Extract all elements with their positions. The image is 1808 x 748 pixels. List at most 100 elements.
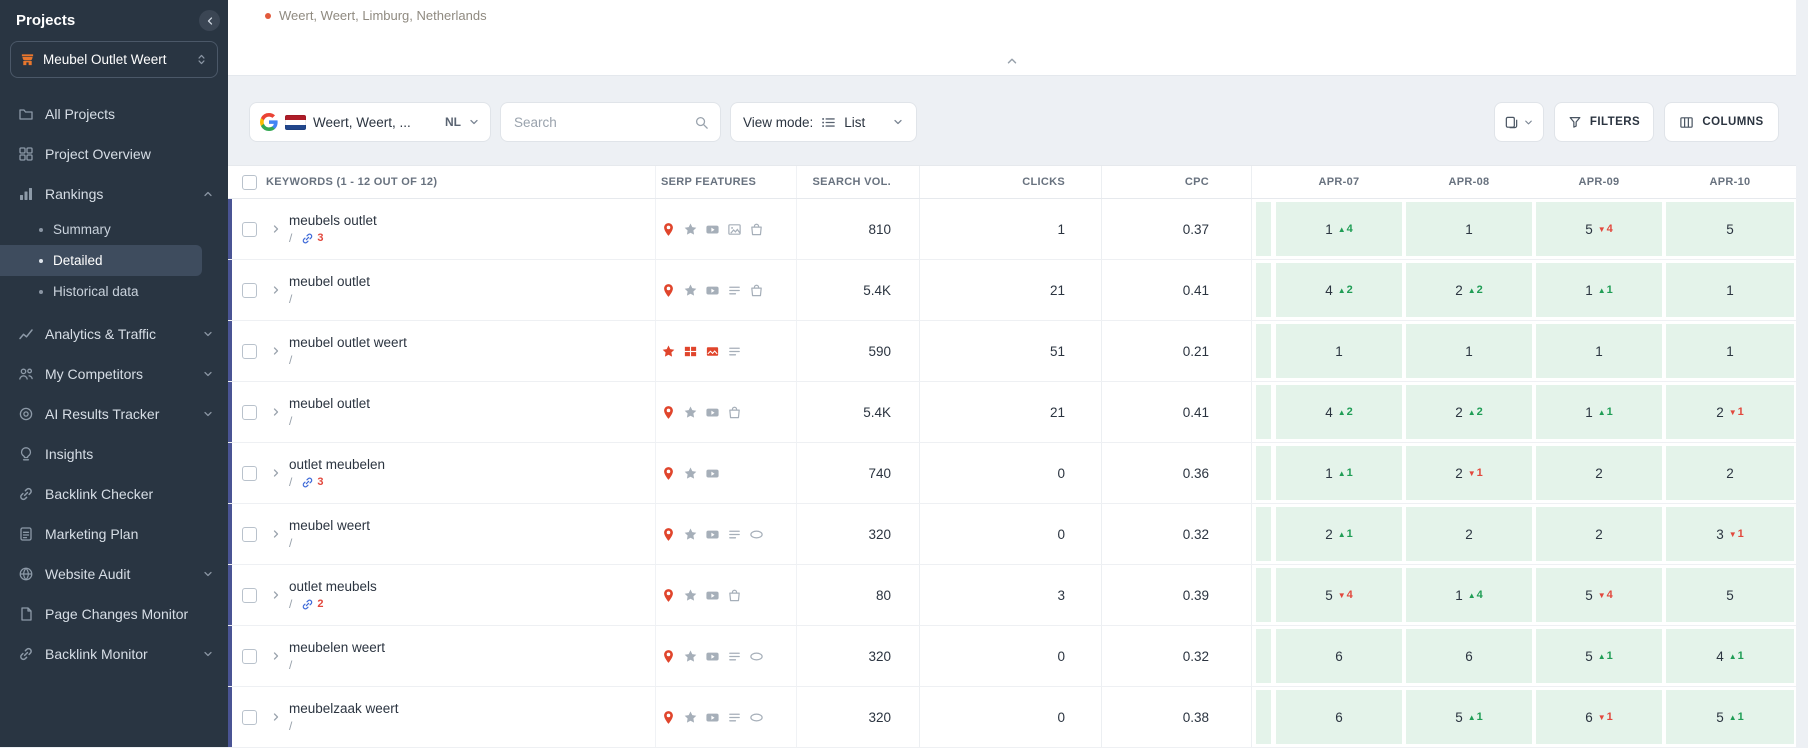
main-content: Weert, Weert, Limburg, Netherlands Weert… — [228, 0, 1808, 748]
keyword-text[interactable]: meubels outlet — [289, 213, 377, 228]
collapse-panel-button[interactable] — [993, 52, 1031, 70]
date-header-apr-07[interactable]: APR-07 — [1274, 166, 1404, 198]
position-value: 5 — [1726, 587, 1734, 603]
serp-features-cell — [655, 321, 796, 381]
position-value: 3 — [1716, 526, 1724, 542]
cpc-header[interactable]: CPC — [1101, 166, 1251, 198]
chevron-down-icon — [202, 408, 214, 420]
sidebar-item-my-competitors[interactable]: My Competitors — [0, 354, 228, 394]
sidebar-item-backlink-monitor[interactable]: Backlink Monitor — [0, 634, 228, 674]
select-all-checkbox[interactable] — [242, 174, 257, 190]
keyword-text[interactable]: meubel weert — [289, 518, 370, 533]
position-cell: 1 ▲ 4 — [1274, 199, 1404, 259]
search-box[interactable] — [500, 102, 721, 142]
row-checkbox[interactable] — [242, 282, 257, 298]
row-checkbox[interactable] — [242, 465, 257, 481]
sidebar-item-backlink-checker[interactable]: Backlink Checker — [0, 474, 228, 514]
location-item[interactable]: Weert, Weert, Limburg, Netherlands — [228, 0, 487, 23]
marketing-plan-icon — [18, 526, 34, 542]
list-icon — [727, 344, 742, 359]
keyword-text[interactable]: meubel outlet — [289, 274, 370, 289]
table-header-row: KEYWORDS (1 - 12 OUT OF 12) SERP FEATURE… — [228, 166, 1796, 199]
position-cell: 2 ▼ 1 — [1404, 443, 1534, 503]
view-mode-selector[interactable]: View mode: List — [730, 102, 917, 142]
position-value: 5 — [1585, 221, 1593, 237]
position-change-up: ▲ 1 — [1728, 711, 1744, 723]
keyword-text[interactable]: meubelzaak weert — [289, 701, 399, 716]
sidebar-item-analytics-traffic[interactable]: Analytics & Traffic — [0, 314, 228, 354]
export-dropdown-button[interactable] — [1494, 102, 1544, 142]
row-checkbox[interactable] — [242, 343, 257, 359]
sidebar-item-label: Website Audit — [45, 566, 131, 582]
sidebar-subitem-label: Historical data — [53, 284, 139, 299]
star-icon — [683, 466, 698, 481]
sidebar-item-website-audit[interactable]: Website Audit — [0, 554, 228, 594]
expand-row-icon[interactable] — [270, 589, 282, 601]
sidebar-item-page-changes-monitor[interactable]: Page Changes Monitor — [0, 594, 228, 634]
expand-row-icon[interactable] — [270, 406, 282, 418]
position-cell: 5 ▼ 4 — [1534, 199, 1664, 259]
keyword-text[interactable]: outlet meubels — [289, 579, 377, 594]
position-value: 1 — [1726, 282, 1734, 298]
sidebar-item-ai-results-tracker[interactable]: AI Results Tracker — [0, 394, 228, 434]
row-checkbox[interactable] — [242, 221, 257, 237]
filters-button[interactable]: FILTERS — [1554, 102, 1654, 142]
links-badge[interactable]: 3 — [301, 476, 323, 489]
funnel-icon — [1568, 115, 1582, 129]
row-checkbox[interactable] — [242, 526, 257, 542]
expand-row-icon[interactable] — [270, 467, 282, 479]
date-header-apr-10[interactable]: APR-10 — [1664, 166, 1796, 198]
sidebar-subitem-summary[interactable]: Summary — [0, 214, 202, 245]
expand-row-icon[interactable] — [270, 345, 282, 357]
row-checkbox[interactable] — [242, 587, 257, 603]
row-checkbox[interactable] — [242, 404, 257, 420]
keyword-text[interactable]: meubel outlet weert — [289, 335, 407, 350]
clicks-header[interactable]: CLICKS — [919, 166, 1101, 198]
columns-button[interactable]: COLUMNS — [1664, 102, 1779, 142]
sidebar-item-marketing-plan[interactable]: Marketing Plan — [0, 514, 228, 554]
date-header-apr-08[interactable]: APR-08 — [1404, 166, 1534, 198]
sidebar-item-project-overview[interactable]: Project Overview — [0, 134, 228, 174]
star-icon — [683, 710, 698, 725]
keyword-text[interactable]: meubel outlet — [289, 396, 370, 411]
sidebar-item-insights[interactable]: Insights — [0, 434, 228, 474]
expand-row-icon[interactable] — [270, 528, 282, 540]
sidebar-item-rankings[interactable]: Rankings — [0, 174, 228, 214]
serp-features-header[interactable]: SERP FEATURES — [655, 166, 796, 198]
search-volume-cell: 740 — [796, 443, 919, 503]
row-checkbox[interactable] — [242, 648, 257, 664]
search-volume-header[interactable]: SEARCH VOL. — [796, 166, 919, 198]
sidebar-subitem-detailed[interactable]: Detailed — [0, 245, 202, 276]
keyword-text[interactable]: meubelen weert — [289, 640, 385, 655]
position-value: 2 — [1455, 404, 1463, 420]
location-dot-icon — [265, 12, 271, 19]
expand-row-icon[interactable] — [270, 284, 282, 296]
star-icon — [683, 222, 698, 237]
row-checkbox[interactable] — [242, 709, 257, 725]
project-selector[interactable]: Meubel Outlet Weert — [10, 41, 218, 78]
position-value: 5 — [1585, 587, 1593, 603]
search-input[interactable] — [512, 113, 688, 131]
links-badge[interactable]: 2 — [301, 598, 323, 611]
expand-row-icon[interactable] — [270, 223, 282, 235]
row-accent-bar — [228, 626, 232, 686]
sidebar-collapse-button[interactable] — [199, 10, 220, 31]
sidebar-subitem-historical-data[interactable]: Historical data — [0, 276, 202, 307]
date-header-apr-09[interactable]: APR-09 — [1534, 166, 1664, 198]
map-pin-icon — [661, 466, 676, 481]
video-icon — [705, 588, 720, 603]
sidebar-item-label: Analytics & Traffic — [45, 326, 157, 342]
position-cell: 1 ▲ 1 — [1274, 443, 1404, 503]
copy-icon — [1504, 115, 1519, 130]
view-mode-label: View mode: — [743, 114, 814, 130]
keyword-text[interactable]: outlet meubelen — [289, 457, 385, 472]
search-engine-location-selector[interactable]: Weert, Weert, ... NL — [249, 102, 491, 142]
chevron-down-icon — [202, 368, 214, 380]
links-badge[interactable]: 3 — [301, 232, 323, 245]
video-icon — [705, 466, 720, 481]
keyword-url: / — [289, 658, 293, 672]
expand-row-icon[interactable] — [270, 711, 282, 723]
locations-panel: Weert, Weert, Limburg, Netherlands — [228, 0, 1796, 76]
sidebar-item-all-projects[interactable]: All Projects — [0, 94, 228, 134]
expand-row-icon[interactable] — [270, 650, 282, 662]
